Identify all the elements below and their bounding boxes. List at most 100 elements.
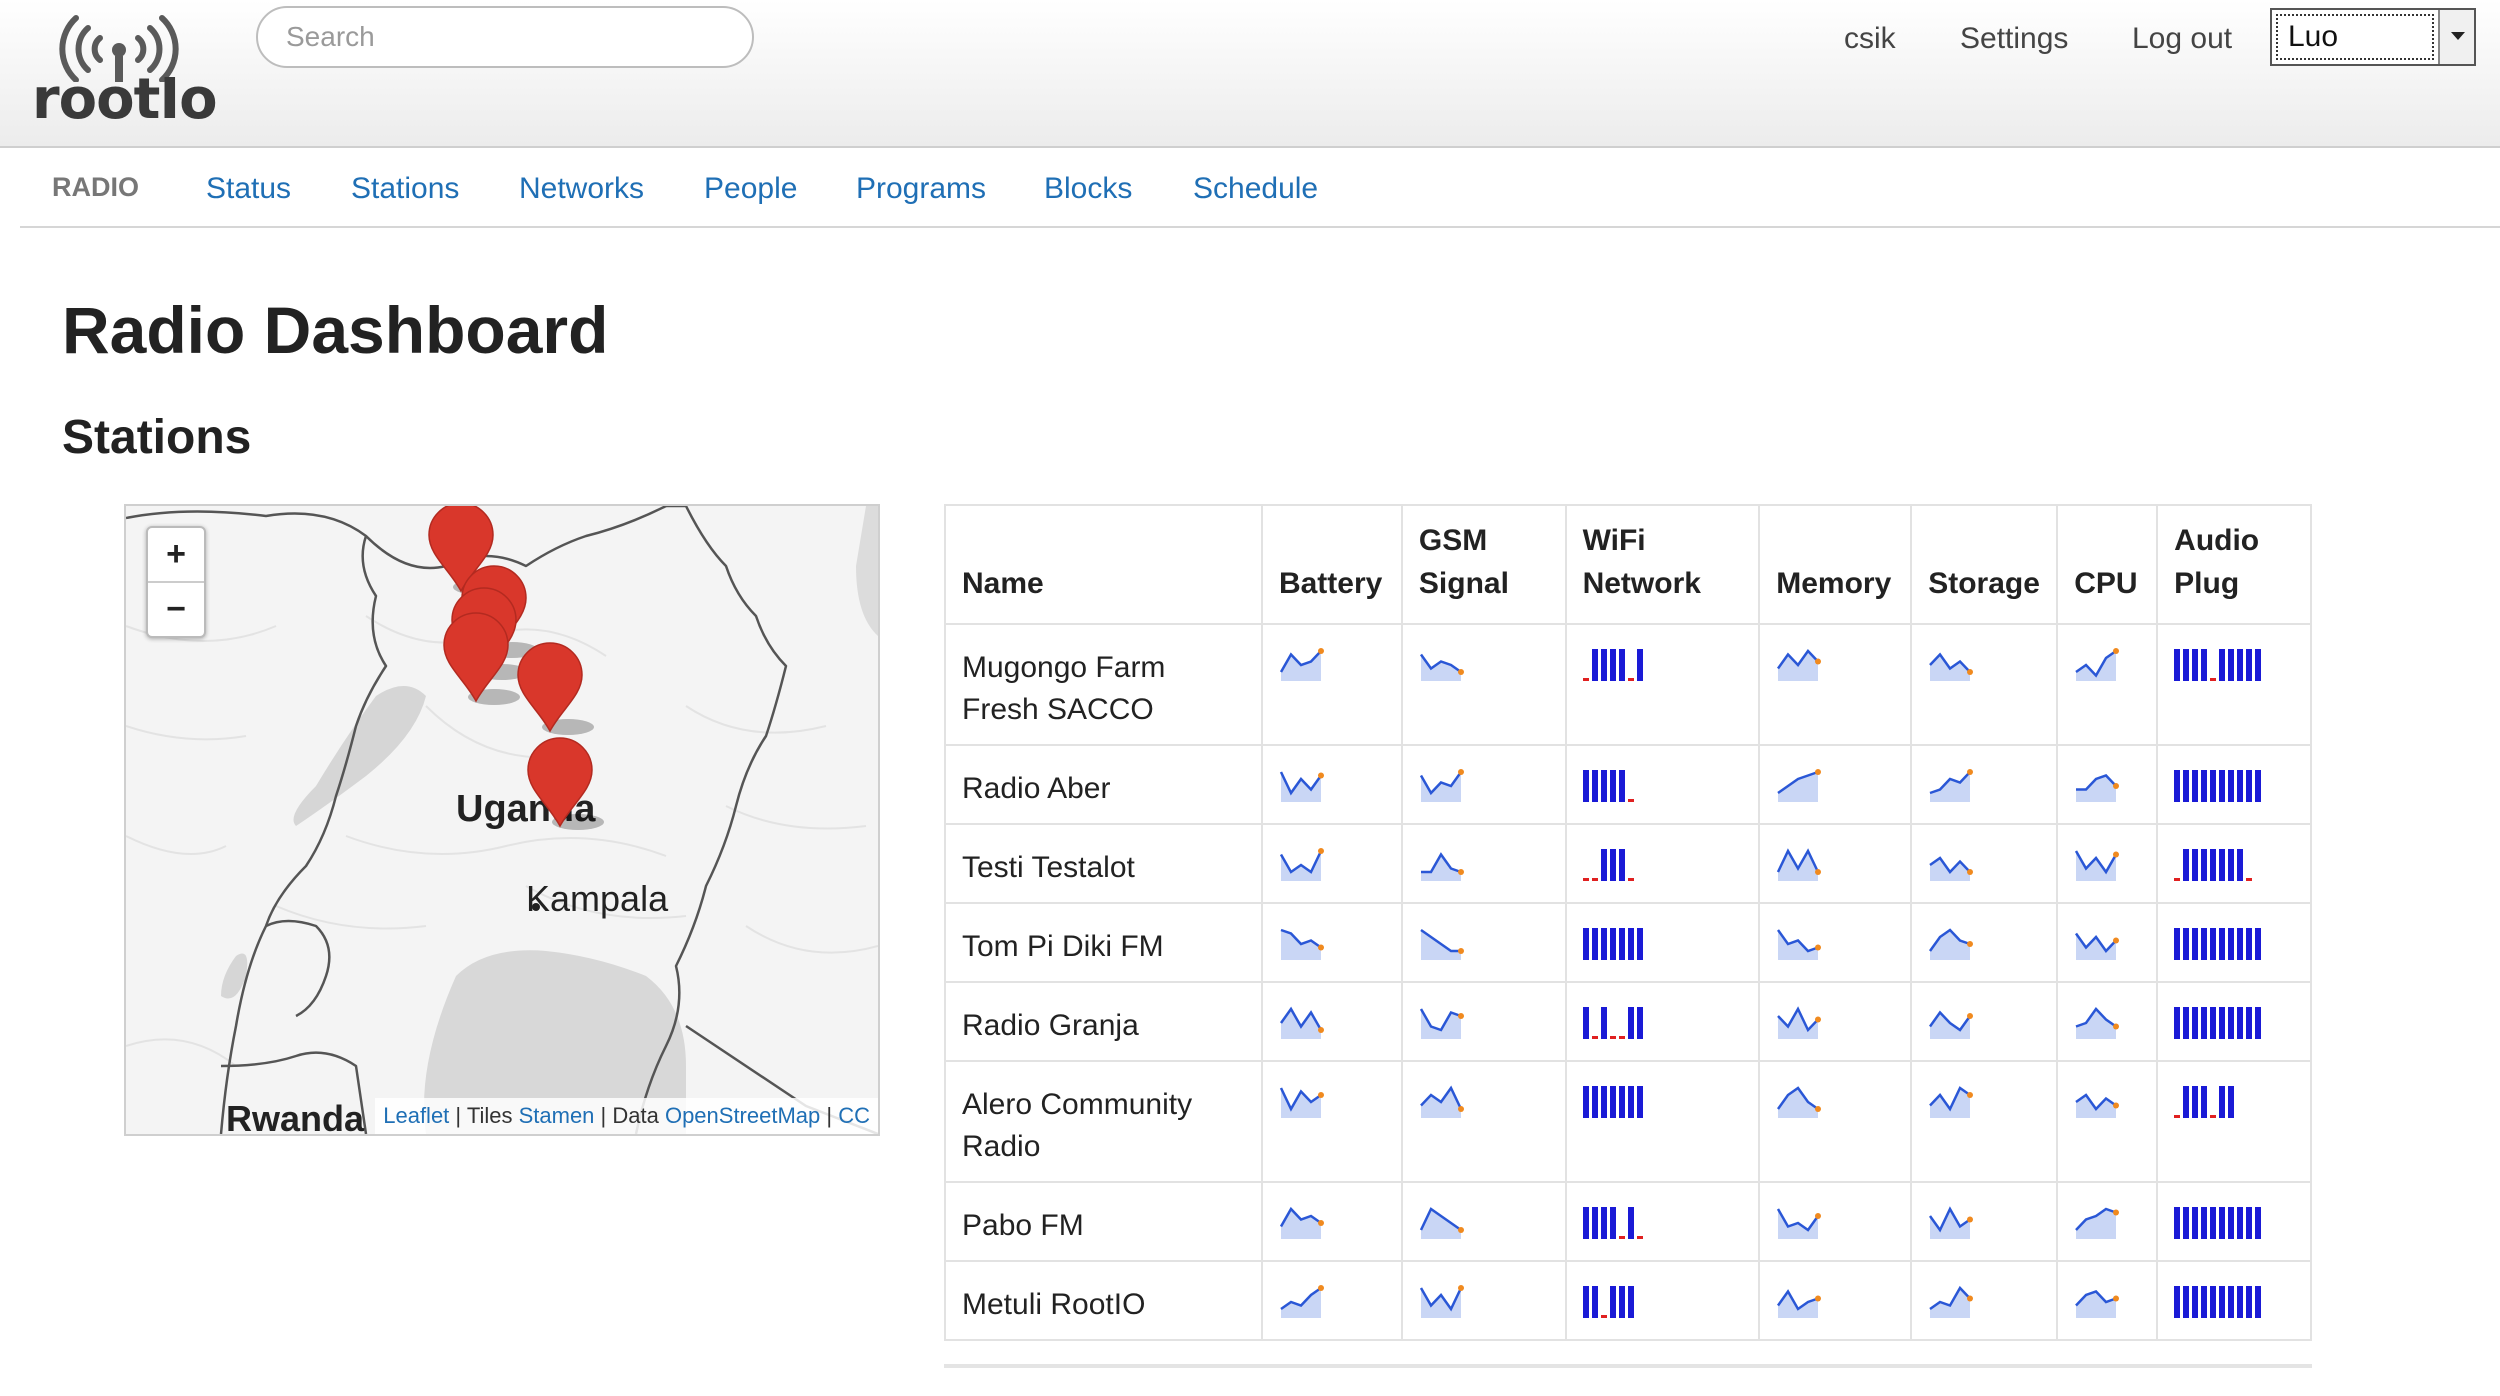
table-row[interactable]: Alero Community Radio bbox=[944, 1060, 2312, 1183]
stations-table: Name Battery GSM Signal WiFi Network Mem… bbox=[944, 504, 2312, 1341]
station-name[interactable]: Tom Pi Diki FM bbox=[944, 902, 1263, 983]
battery-sparkline bbox=[1279, 848, 1324, 881]
cell-wifi-network bbox=[1564, 744, 1761, 825]
cell-storage bbox=[1910, 744, 2059, 825]
rootio-logo[interactable]: rootIo bbox=[14, 12, 224, 130]
table-row[interactable]: Testi Testalot bbox=[944, 823, 2312, 904]
cell-wifi-network bbox=[1564, 1260, 1761, 1341]
chevron-down-icon[interactable] bbox=[2438, 10, 2474, 64]
cell-cpu bbox=[2056, 623, 2159, 746]
station-name[interactable]: Alero Community Radio bbox=[944, 1060, 1263, 1183]
cell-battery bbox=[1260, 1060, 1403, 1183]
station-name[interactable]: Radio Granja bbox=[944, 981, 1263, 1062]
cell-audio-plug bbox=[2156, 823, 2312, 904]
cell-cpu bbox=[2056, 744, 2159, 825]
stations-map[interactable]: + − Uganda Kampala Rwanda Leaflet | Tile… bbox=[124, 504, 880, 1136]
station-name[interactable]: Pabo FM bbox=[944, 1181, 1263, 1262]
search-input[interactable] bbox=[256, 6, 754, 68]
gsm-signal-sparkline bbox=[1419, 1207, 1464, 1239]
settings-link[interactable]: Settings bbox=[1960, 22, 2068, 56]
table-bottom-border bbox=[944, 1364, 2312, 1368]
nav-brand[interactable]: RADIO bbox=[52, 172, 139, 203]
logout-link[interactable]: Log out bbox=[2132, 22, 2232, 56]
cell-gsm-signal bbox=[1400, 1260, 1567, 1341]
cc-link[interactable]: CC bbox=[838, 1103, 870, 1128]
header-name[interactable]: Name bbox=[944, 504, 1263, 625]
storage-sparkline bbox=[1929, 1010, 1974, 1039]
storage-sparkline bbox=[1929, 1285, 1974, 1318]
table-row[interactable]: Radio Aber bbox=[944, 744, 2312, 825]
nav-item-schedule[interactable]: Schedule bbox=[1193, 172, 1318, 206]
nav-item-networks[interactable]: Networks bbox=[519, 172, 644, 206]
section-title: Stations bbox=[62, 411, 252, 464]
cell-cpu bbox=[2056, 1181, 2159, 1262]
cell-cpu bbox=[2056, 981, 2159, 1062]
audio-plug-sparkline bbox=[2174, 770, 2262, 802]
cell-gsm-signal bbox=[1400, 902, 1567, 983]
cell-battery bbox=[1260, 981, 1403, 1062]
table-row[interactable]: Mugongo Farm Fresh SACCO bbox=[944, 623, 2312, 746]
language-value: Luo bbox=[2276, 14, 2434, 60]
nav-item-people[interactable]: People bbox=[704, 172, 797, 206]
storage-sparkline bbox=[1929, 652, 1974, 681]
nav-item-blocks[interactable]: Blocks bbox=[1044, 172, 1132, 206]
nav-item-status[interactable]: Status bbox=[206, 172, 291, 206]
cell-memory bbox=[1758, 823, 1913, 904]
header-audio-plug[interactable]: Audio Plug bbox=[2156, 504, 2312, 625]
leaflet-link[interactable]: Leaflet bbox=[383, 1103, 449, 1128]
cell-battery bbox=[1260, 1260, 1403, 1341]
cpu-sparkline bbox=[2075, 850, 2120, 881]
header-gsm-signal[interactable]: GSM Signal bbox=[1400, 504, 1567, 625]
map-zoom-control: + − bbox=[146, 526, 206, 638]
cell-audio-plug bbox=[2156, 1181, 2312, 1262]
wifi-network-sparkline bbox=[1582, 1086, 1643, 1118]
wifi-network-sparkline bbox=[1582, 928, 1643, 960]
cpu-sparkline bbox=[2075, 932, 2120, 960]
stamen-link[interactable]: Stamen bbox=[519, 1103, 595, 1128]
station-name[interactable]: Radio Aber bbox=[944, 744, 1263, 825]
openstreetmap-link[interactable]: OpenStreetMap bbox=[665, 1103, 820, 1128]
zoom-out-button[interactable]: − bbox=[148, 583, 204, 636]
cell-storage bbox=[1910, 1060, 2059, 1183]
memory-sparkline bbox=[1777, 1289, 1822, 1318]
station-name[interactable]: Metuli RootIO bbox=[944, 1260, 1263, 1341]
cell-audio-plug bbox=[2156, 623, 2312, 746]
station-name[interactable]: Mugongo Farm Fresh SACCO bbox=[944, 623, 1263, 746]
cpu-sparkline bbox=[2075, 1093, 2120, 1118]
battery-sparkline bbox=[1279, 648, 1324, 681]
zoom-in-button[interactable]: + bbox=[148, 528, 204, 583]
memory-sparkline bbox=[1777, 1208, 1822, 1239]
page-title: Radio Dashboard bbox=[62, 293, 609, 367]
nav-item-programs[interactable]: Programs bbox=[856, 172, 986, 206]
header-battery[interactable]: Battery bbox=[1260, 504, 1403, 625]
audio-plug-sparkline bbox=[2174, 849, 2253, 881]
memory-sparkline bbox=[1777, 1006, 1822, 1039]
cell-cpu bbox=[2056, 902, 2159, 983]
memory-sparkline bbox=[1777, 769, 1822, 802]
gsm-signal-sparkline bbox=[1420, 1085, 1464, 1118]
user-link[interactable]: csik bbox=[1844, 22, 1896, 56]
cell-audio-plug bbox=[2156, 981, 2312, 1062]
table-row[interactable]: Pabo FM bbox=[944, 1181, 2312, 1262]
header-wifi-network[interactable]: WiFi Network bbox=[1564, 504, 1761, 625]
table-row[interactable]: Tom Pi Diki FM bbox=[944, 902, 2312, 983]
wifi-network-sparkline bbox=[1582, 649, 1643, 681]
table-row[interactable]: Metuli RootIO bbox=[944, 1260, 2312, 1341]
header-cpu[interactable]: CPU bbox=[2056, 504, 2159, 625]
header-storage[interactable]: Storage bbox=[1910, 504, 2059, 625]
header-memory[interactable]: Memory bbox=[1758, 504, 1913, 625]
cell-audio-plug bbox=[2156, 902, 2312, 983]
nav-item-stations[interactable]: Stations bbox=[351, 172, 459, 206]
station-name[interactable]: Testi Testalot bbox=[944, 823, 1263, 904]
cell-battery bbox=[1260, 823, 1403, 904]
map-label-neighbor: Rwanda bbox=[226, 1098, 365, 1136]
cpu-sparkline bbox=[2076, 774, 2120, 802]
cell-battery bbox=[1260, 902, 1403, 983]
cell-wifi-network bbox=[1564, 623, 1761, 746]
language-select[interactable]: Luo bbox=[2270, 8, 2476, 66]
memory-sparkline bbox=[1777, 929, 1822, 960]
top-bar: rootIo csik Settings Log out Luo bbox=[0, 0, 2500, 148]
table-row[interactable]: Radio Granja bbox=[944, 981, 2312, 1062]
cell-cpu bbox=[2056, 1260, 2159, 1341]
cell-storage bbox=[1910, 1181, 2059, 1262]
